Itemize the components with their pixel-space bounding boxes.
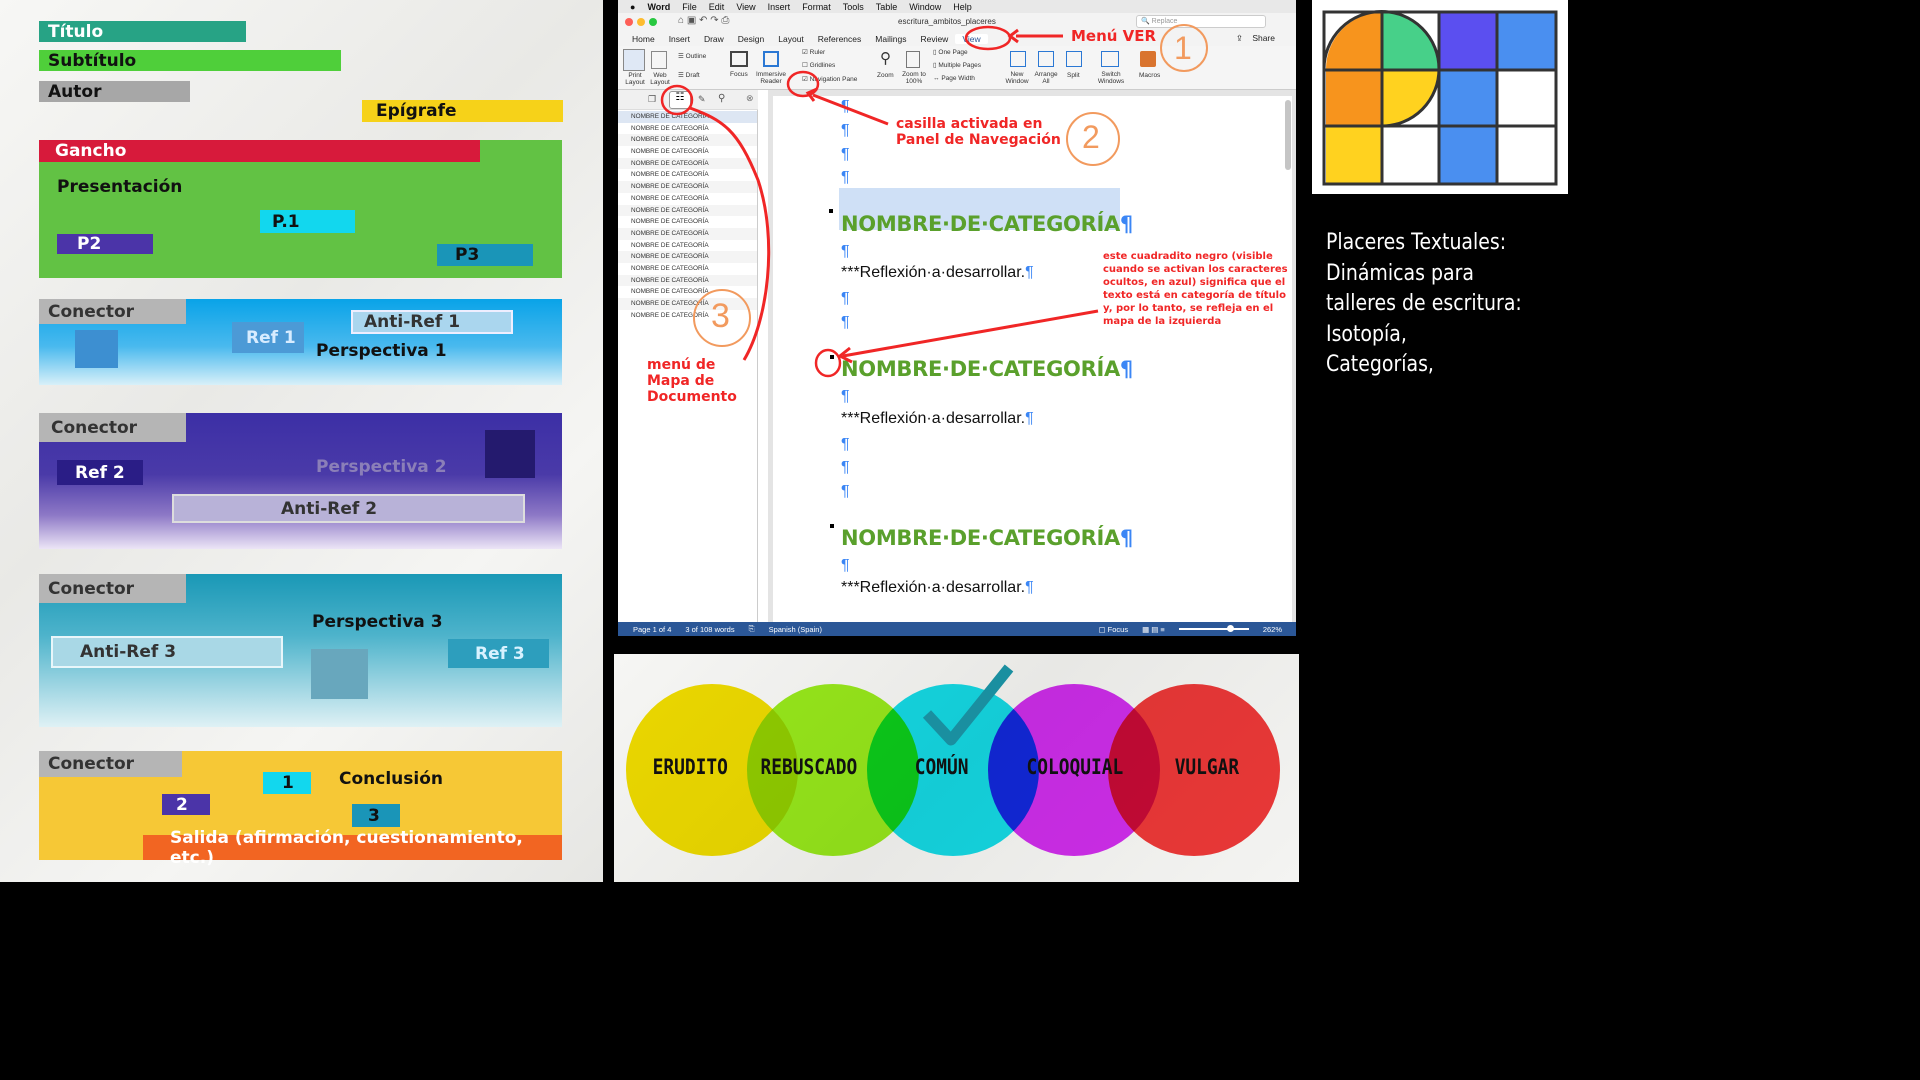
label-coloquial: COLOQUIAL <box>1026 755 1124 779</box>
p1-box: P.1 <box>260 210 355 233</box>
antiref1-box: Anti-Ref 1 <box>351 310 513 334</box>
word-window: ● Word File Edit View Insert Format Tool… <box>618 0 1296 636</box>
label-vulgar: VULGAR <box>1174 755 1240 779</box>
label-comun: COMÚN <box>914 755 969 779</box>
conector4-bar: Conector <box>39 751 182 777</box>
square-decoration <box>485 430 535 478</box>
view-tab-highlight-circle <box>964 25 1012 51</box>
perspectiva1-label: Perspectiva 1 <box>316 341 447 361</box>
caption-line: Dinámicas para <box>1326 260 1474 286</box>
presentacion-label: Presentación <box>57 177 183 197</box>
antiref3-box: Anti-Ref 3 <box>51 636 283 668</box>
label-erudito: ERUDITO <box>652 755 728 779</box>
epigrafe-bar: Epígrafe <box>362 100 563 122</box>
c1-box: 1 <box>263 772 311 794</box>
ref3-box: Ref 3 <box>448 639 549 668</box>
conclusion-label: Conclusión <box>339 769 443 789</box>
nota-annotation: este cuadradito negro (visible cuando se… <box>1103 251 1288 327</box>
c3-box: 3 <box>352 804 400 827</box>
perspectiva2-label: Perspectiva 2 <box>316 457 447 477</box>
menu-mapa-annotation: menú de Mapa de Documento <box>647 357 737 405</box>
caption-line: Placeres Textuales: <box>1326 230 1507 255</box>
gancho-bar: Gancho <box>39 140 480 162</box>
step-number-2: 2 <box>1082 119 1100 155</box>
map-icon-highlight-circle <box>660 84 694 116</box>
p3-box: P3 <box>437 244 533 266</box>
step-number-3: 3 <box>711 297 730 335</box>
ref1-box: Ref 1 <box>232 322 304 353</box>
conector3-bar: Conector <box>39 574 186 603</box>
caption-line: talleres de escritura: <box>1326 291 1522 316</box>
square-decoration <box>311 649 368 699</box>
subtitulo-bar: Subtítulo <box>39 50 341 71</box>
essay-structure-panel: Título Subtítulo Autor Epígrafe Gancho P… <box>0 0 603 882</box>
c2-box: 2 <box>162 794 210 815</box>
label-rebuscado: REBUSCADO <box>760 755 858 779</box>
antiref2-box: Anti-Ref 2 <box>172 494 525 523</box>
checkmark-icon <box>922 664 1014 746</box>
salida-bar: Salida (afirmación, cuestionamiento, etc… <box>143 828 562 868</box>
conector1-bar: Conector <box>39 299 186 324</box>
register-circles-panel: ERUDITO REBUSCADO COMÚN COLOQUIAL VULGAR <box>614 654 1299 882</box>
ref2-box: Ref 2 <box>57 460 143 485</box>
arrow-to-marker <box>842 309 1099 358</box>
square-decoration <box>75 330 118 368</box>
conector2-bar: Conector <box>39 413 186 442</box>
step-number-1: 1 <box>1174 30 1192 66</box>
perspectiva3-label: Perspectiva 3 <box>312 612 443 632</box>
arrow-to-checkbox <box>812 93 889 126</box>
casilla-annotation: casilla activada en Panel de Navegación <box>896 116 1061 148</box>
side-caption: Placeres Textuales: Dinámicas para talle… <box>1326 228 1528 381</box>
menu-ver-annotation: Menú VER <box>1071 27 1157 45</box>
logo-graphic <box>1322 10 1558 186</box>
marker-highlight-circle <box>814 348 842 378</box>
checkbox-highlight-circle <box>786 70 820 98</box>
logo <box>1312 0 1568 194</box>
caption-line: Categorías, <box>1326 352 1434 377</box>
caption-line: Isotopía, <box>1326 321 1407 347</box>
autor-bar: Autor <box>39 81 190 102</box>
titulo-bar: Título <box>39 21 246 42</box>
p2-box: P2 <box>57 234 153 254</box>
